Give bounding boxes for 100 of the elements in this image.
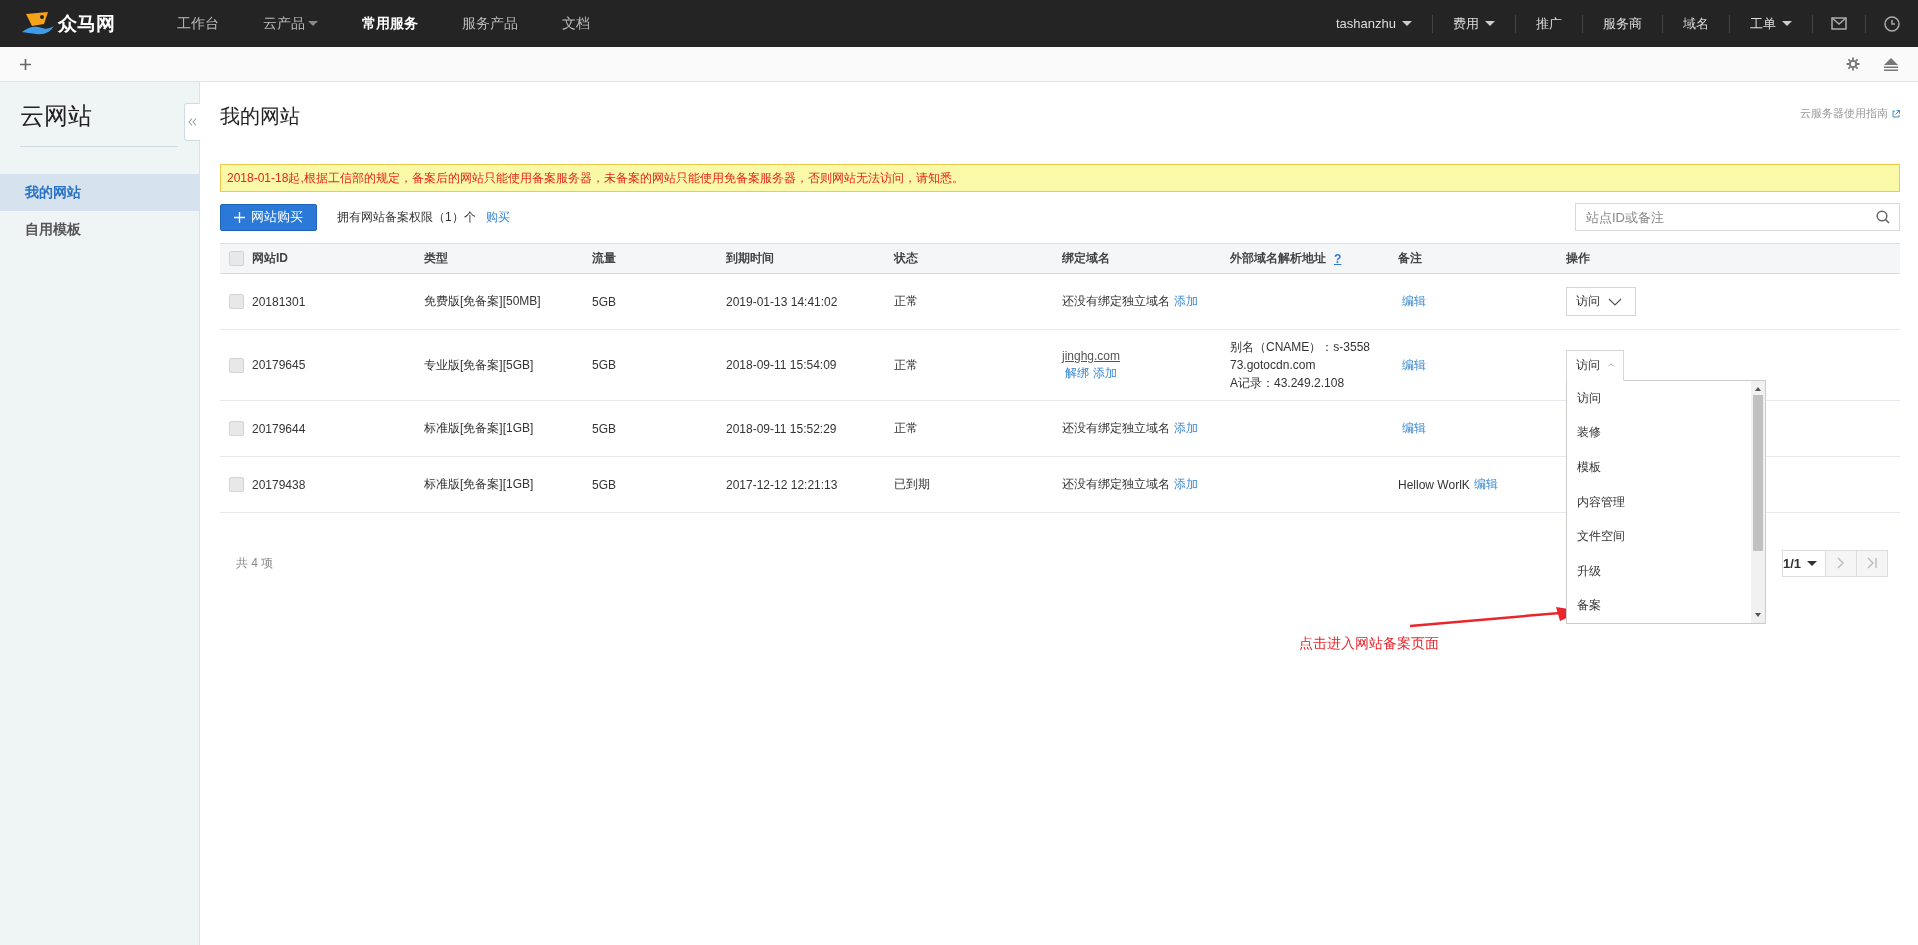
table-cell: 正常 <box>894 356 918 374</box>
nav-menu-item[interactable]: tashanzhu <box>1316 16 1432 31</box>
nav-tab[interactable]: 常用服务 <box>340 0 440 47</box>
settings-icon[interactable] <box>1846 57 1860 71</box>
row-checkbox[interactable] <box>229 294 244 309</box>
quota-text: 拥有网站备案权限（1）个 <box>337 208 476 226</box>
page-title: 我的网站 <box>220 103 300 129</box>
table-cell: 还没有绑定独立域名 <box>1062 420 1170 437</box>
row-checkbox[interactable] <box>229 477 244 492</box>
menu-item[interactable]: 升级 <box>1567 553 1751 589</box>
visit-dropdown-button[interactable]: 访问 <box>1566 349 1624 381</box>
menu-item[interactable]: 装修 <box>1567 415 1751 451</box>
nav-tab[interactable]: 云产品 <box>241 0 340 47</box>
caret-icon <box>1782 21 1792 26</box>
scrollbar[interactable] <box>1751 381 1765 623</box>
table-cell: 标准版[免备案][1GB] <box>424 476 534 493</box>
column-header: 网站ID <box>252 250 288 267</box>
column-header: 流量 <box>592 250 616 267</box>
chevron-right-icon <box>1837 557 1845 569</box>
nav-menu-item[interactable]: 费用 <box>1433 14 1515 33</box>
column-header: 类型 <box>424 250 448 267</box>
search-field[interactable]: 站点ID或备注 <box>1575 203 1900 231</box>
sidebar-title: 云网站 <box>20 100 178 147</box>
nav-tab[interactable]: 文档 <box>540 0 612 47</box>
column-header: 状态 <box>894 250 918 267</box>
visit-dropdown-button[interactable]: 访问 <box>1566 287 1636 316</box>
menu-item[interactable]: 访问 <box>1567 381 1751 416</box>
caret-icon <box>1807 560 1817 566</box>
table-cell: 正常 <box>894 420 918 437</box>
next-page-button[interactable] <box>1826 549 1857 577</box>
caret-icon <box>308 21 318 26</box>
table-cell: 已到期 <box>894 476 930 493</box>
nav-menu-item[interactable]: 推广 <box>1516 14 1582 33</box>
table-cell: 2018-09-11 15:54:09 <box>726 358 837 372</box>
table-cell: 20179438 <box>252 477 306 492</box>
caret-icon <box>1485 21 1495 26</box>
menu-item[interactable]: 内容管理 <box>1567 484 1751 520</box>
row-checkbox[interactable] <box>229 357 244 373</box>
table-cell: 2017-12-12 12:21:13 <box>726 477 838 492</box>
table-cell: 2019-01-13 14:41:02 <box>726 294 838 309</box>
dns-record-text: 73.gotocdn.com <box>1230 357 1317 373</box>
domain-action-link[interactable]: 添加 <box>1093 364 1117 382</box>
table-cell: 20179645 <box>252 358 306 372</box>
table-cell: 标准版[免备案][1GB] <box>424 420 534 437</box>
edit-link[interactable]: 编辑 <box>1473 476 1498 493</box>
mail-icon[interactable] <box>1831 17 1847 30</box>
chevron-up-icon <box>1608 361 1614 369</box>
edit-link[interactable]: 编辑 <box>1402 420 1426 437</box>
column-header: 外部域名解析地址 <box>1230 250 1326 267</box>
help-link[interactable]: ? <box>1334 251 1342 266</box>
domain-action-link[interactable]: 解绑 <box>1065 364 1089 382</box>
chevron-down-icon <box>1608 297 1622 306</box>
table-cell: 5GB <box>592 421 616 436</box>
plus-icon <box>234 211 245 223</box>
sidebar-item[interactable]: 我的网站 <box>0 174 199 211</box>
nav-tab[interactable]: 工作台 <box>155 0 241 47</box>
table-cell: 正常 <box>894 293 918 310</box>
column-header: 到期时间 <box>726 250 774 267</box>
edit-link[interactable]: 编辑 <box>1402 293 1426 310</box>
page-select[interactable]: 1/1 <box>1781 549 1826 577</box>
clock-icon[interactable] <box>1884 15 1900 32</box>
logo-text: 众马网 <box>58 11 115 36</box>
menu-item[interactable]: 模板 <box>1567 450 1751 485</box>
eject-icon[interactable] <box>1884 57 1898 71</box>
nav-menu-item[interactable]: 服务商 <box>1583 14 1662 33</box>
table-cell: 5GB <box>592 358 616 372</box>
column-header: 操作 <box>1566 250 1590 267</box>
table-cell: 还没有绑定独立域名 <box>1062 293 1170 310</box>
edit-link[interactable]: 编辑 <box>1402 356 1426 374</box>
select-all-checkbox[interactable] <box>229 251 244 266</box>
table-cell: 专业版[免备案][5GB] <box>424 356 534 374</box>
menu-item[interactable]: 文件空间 <box>1567 519 1751 554</box>
table-cell: 免费版[免备案][50MB] <box>424 293 541 310</box>
plus-icon[interactable] <box>20 58 31 70</box>
add-domain-link[interactable]: 添加 <box>1174 293 1198 310</box>
domain-link[interactable]: jinghg.com <box>1062 348 1121 363</box>
buy-link[interactable]: 购买 <box>485 208 510 226</box>
table-cell: 5GB <box>592 477 616 492</box>
add-domain-link[interactable]: 添加 <box>1174 420 1198 437</box>
menu-item[interactable]: 备案 <box>1567 588 1751 624</box>
row-checkbox[interactable] <box>229 421 244 436</box>
dns-record-text: 别名（CNAME）：s-3558 <box>1230 339 1371 355</box>
last-page-button[interactable] <box>1857 549 1888 577</box>
last-page-icon <box>1866 557 1878 569</box>
collapse-button[interactable] <box>184 103 200 141</box>
nav-menu-item[interactable]: 工单 <box>1730 14 1812 33</box>
search-icon <box>1876 210 1890 224</box>
nav-tab[interactable]: 服务产品 <box>440 0 540 47</box>
total-count: 共 4 项 <box>236 554 274 572</box>
sidebar-item[interactable]: 自用模板 <box>0 211 199 248</box>
nav-menu-item[interactable]: 域名 <box>1663 14 1729 33</box>
double-chevron-icon <box>188 118 197 126</box>
buy-website-button[interactable]: 网站购买 <box>220 203 317 231</box>
table-cell: 5GB <box>592 294 616 309</box>
add-domain-link[interactable]: 添加 <box>1174 476 1198 493</box>
table-cell: 20181301 <box>252 294 306 309</box>
table-cell: 还没有绑定独立域名 <box>1062 476 1170 493</box>
annotation-text: 点击进入网站备案页面 <box>1299 635 1439 653</box>
notice-banner: 2018-01-18起,根据工信部的规定，备案后的网站只能使用备案服务器，未备案的网站只能使用免备案服务器，否则网站无法访问，请知悉。 <box>220 164 1900 192</box>
note-text: Hellow WorlK <box>1398 477 1470 492</box>
